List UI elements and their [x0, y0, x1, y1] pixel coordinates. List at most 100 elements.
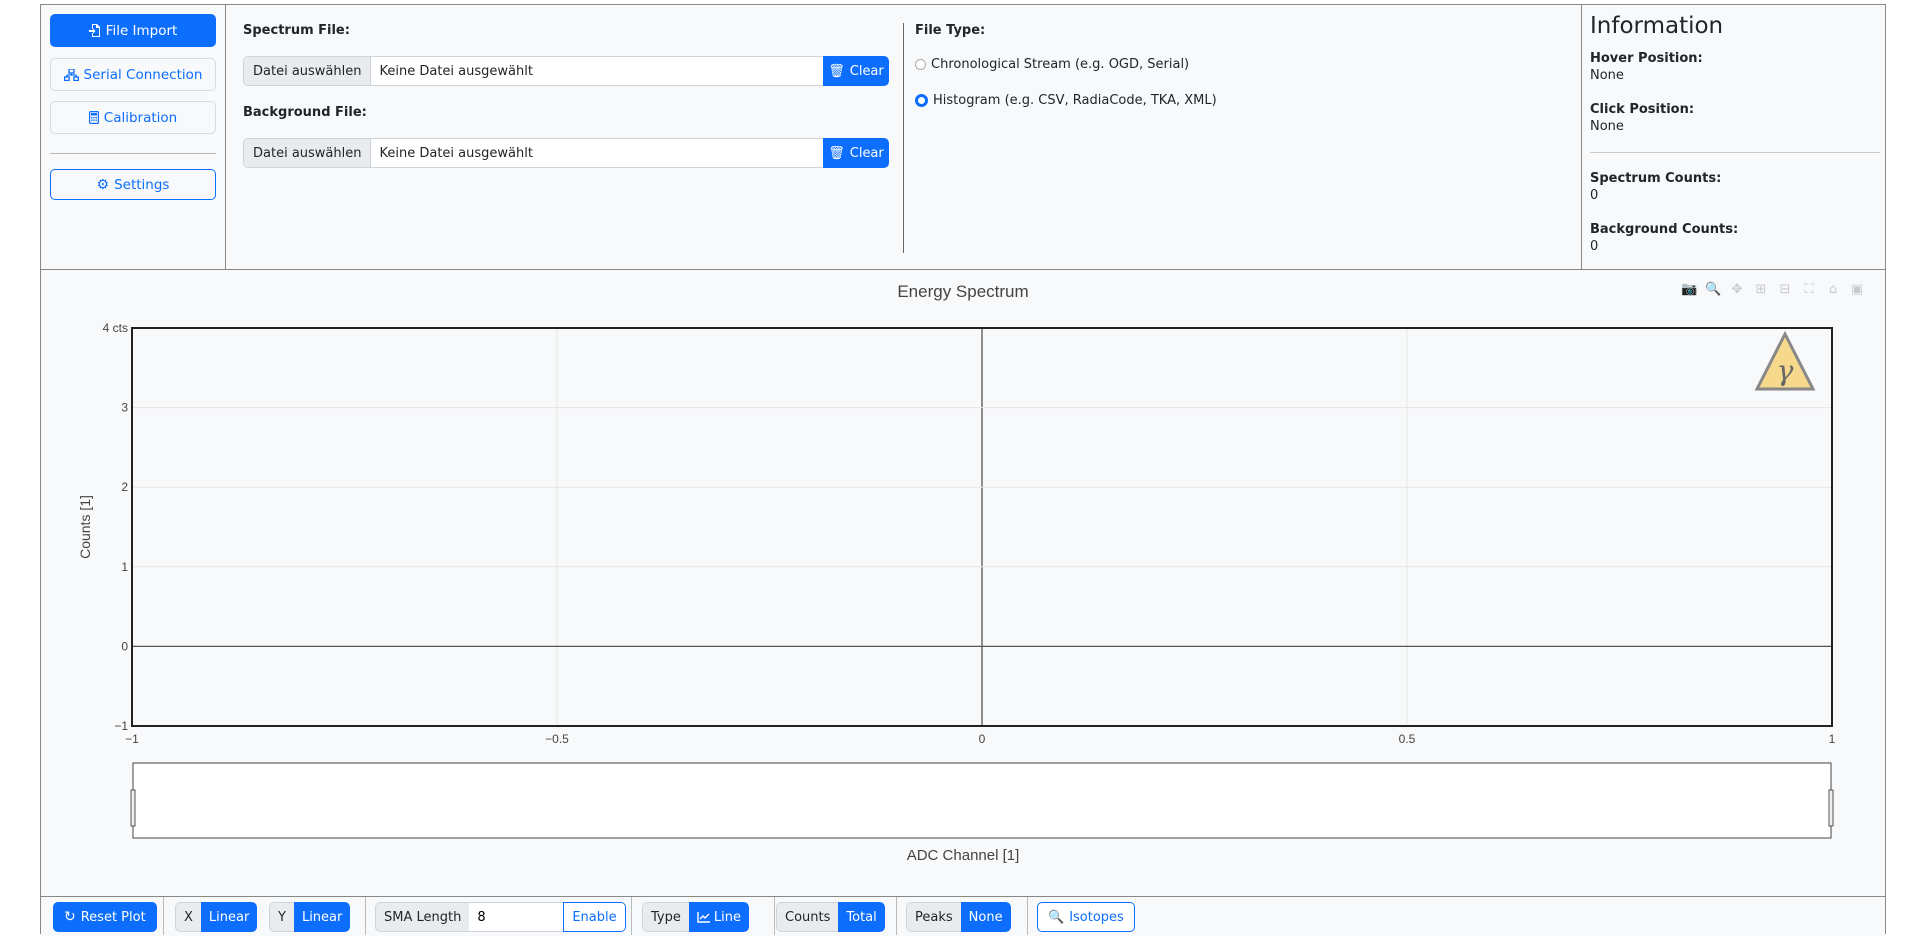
- y-axis-label: Counts [1]: [77, 495, 93, 559]
- x-scale-label: X: [175, 902, 201, 932]
- file-type-divider: [903, 23, 904, 253]
- type-label: Type: [642, 902, 689, 932]
- y-scale-label: Y: [269, 902, 294, 932]
- x-axis-label: ADC Channel [1]: [907, 847, 1020, 864]
- toolbar-divider: [365, 897, 366, 935]
- radio-chronological[interactable]: Chronological Stream (e.g. OGD, Serial): [915, 57, 1189, 72]
- search-icon: 🔍: [1048, 909, 1065, 925]
- background-counts-label: Background Counts:: [1590, 222, 1739, 237]
- radio-histogram-circle[interactable]: [915, 94, 928, 107]
- nav-divider: [50, 153, 216, 154]
- background-file-input[interactable]: Datei auswählen Keine Datei ausgewählt: [243, 138, 833, 168]
- settings-label: Settings: [114, 176, 170, 193]
- x-tick-label: −0.5: [545, 732, 569, 746]
- range-slider-left-handle[interactable]: [130, 789, 136, 827]
- counts-button[interactable]: Total: [838, 902, 885, 932]
- y-tick-label: 2: [121, 480, 128, 494]
- chart-title: Energy Spectrum: [897, 282, 1028, 301]
- serial-connection-label: Serial Connection: [83, 66, 203, 83]
- y-tick-label: −1: [114, 719, 128, 733]
- y-tick-label: 4 cts: [103, 321, 128, 335]
- sma-length-input[interactable]: [469, 902, 564, 932]
- peaks-group: Peaks None: [906, 902, 1011, 932]
- spectrum-file-label: Spectrum File:: [243, 23, 350, 38]
- background-no-file-text: Keine Datei ausgewählt: [379, 145, 533, 161]
- isotopes-label: Isotopes: [1069, 909, 1124, 925]
- peaks-button[interactable]: None: [960, 902, 1011, 932]
- y-tick-label: 1: [121, 560, 128, 574]
- file-import-icon: [88, 24, 100, 37]
- isotopes-button[interactable]: 🔍 Isotopes: [1037, 902, 1135, 932]
- radio-histogram[interactable]: Histogram (e.g. CSV, RadiaCode, TKA, XML…: [915, 93, 1217, 108]
- bottom-toolbar: ↻ Reset Plot X Linear Y Linear SMA Lengt…: [41, 896, 1885, 936]
- range-slider-right-handle[interactable]: [1828, 789, 1834, 827]
- toolbar-divider: [1027, 897, 1028, 935]
- background-file-label: Background File:: [243, 105, 367, 120]
- file-import-label: File Import: [105, 22, 178, 39]
- reset-plot-button[interactable]: ↻ Reset Plot: [53, 902, 157, 932]
- type-value: Line: [713, 909, 741, 925]
- counts-group: Counts Total: [776, 902, 885, 932]
- y-tick-label: 0: [121, 639, 128, 653]
- serial-connection-button[interactable]: Serial Connection: [50, 58, 216, 91]
- background-clear-label: Clear: [849, 145, 884, 161]
- calculator-icon: [88, 111, 99, 124]
- toolbar-divider: [774, 897, 775, 935]
- toolbar-divider: [631, 897, 632, 935]
- gear-icon: ⚙: [96, 176, 110, 193]
- type-group: Type Line: [642, 902, 749, 932]
- click-position-label: Click Position:: [1590, 102, 1695, 117]
- toolbar-divider: [896, 897, 897, 935]
- sma-group: SMA Length Enable: [375, 902, 626, 932]
- settings-button[interactable]: ⚙ Settings: [50, 169, 216, 200]
- background-counts-value: 0: [1590, 239, 1599, 254]
- refresh-icon: ↻: [64, 909, 76, 925]
- sma-enable-button[interactable]: Enable: [563, 902, 626, 932]
- peaks-label: Peaks: [906, 902, 961, 932]
- x-tick-label: 0.5: [1399, 732, 1416, 746]
- background-choose-button[interactable]: Datei auswählen: [244, 139, 372, 167]
- range-slider[interactable]: [132, 762, 1832, 839]
- y-tick-label: 3: [121, 401, 128, 415]
- file-import-button[interactable]: File Import: [50, 14, 216, 47]
- line-chart-icon: [697, 911, 710, 923]
- y-scale-button[interactable]: Linear: [293, 902, 351, 932]
- x-tick-label: 0: [979, 732, 986, 746]
- file-type-label: File Type:: [915, 23, 986, 38]
- information-title: Information: [1590, 13, 1724, 39]
- app-frame: File Import Serial Connection Calibratio…: [40, 4, 1886, 936]
- hover-position-value: None: [1590, 68, 1624, 83]
- left-nav: File Import Serial Connection Calibratio…: [41, 5, 226, 269]
- spectrum-counts-label: Spectrum Counts:: [1590, 171, 1722, 186]
- calibration-button[interactable]: Calibration: [50, 101, 216, 134]
- y-scale-group: Y Linear: [269, 902, 351, 932]
- spectrum-clear-button[interactable]: 🗑 Clear: [823, 56, 889, 86]
- counts-label: Counts: [776, 902, 839, 932]
- hover-position-label: Hover Position:: [1590, 51, 1703, 66]
- x-scale-button[interactable]: Linear: [200, 902, 258, 932]
- trash-icon: 🗑: [828, 145, 845, 161]
- type-button[interactable]: Line: [688, 902, 749, 932]
- radio-histogram-label: Histogram (e.g. CSV, RadiaCode, TKA, XML…: [933, 93, 1217, 108]
- plot-area[interactable]: 📷 🔍 ✥ ⊞ ⊟ ⛶ ⌂ ▣ Energy Spectrum −1 −0.5 0 0…: [41, 270, 1885, 896]
- network-icon: [63, 68, 79, 81]
- info-divider: [1590, 152, 1880, 153]
- spectrum-counts-value: 0: [1590, 188, 1599, 203]
- gamma-symbol: γ: [1777, 354, 1794, 387]
- background-clear-button[interactable]: 🗑 Clear: [823, 138, 889, 168]
- energy-spectrum-chart[interactable]: Energy Spectrum −1 −0.5 0 0.5 1 −1 0 1 2 3 4 cts C…: [41, 270, 1885, 896]
- spectrum-clear-label: Clear: [849, 63, 884, 79]
- radio-chronological-label: Chronological Stream (e.g. OGD, Serial): [931, 57, 1190, 72]
- information-panel: Information Hover Position: None Click P…: [1581, 5, 1887, 269]
- spectrum-file-input[interactable]: Datei auswählen Keine Datei ausgewählt: [243, 56, 833, 86]
- spectrum-choose-button[interactable]: Datei auswählen: [244, 57, 372, 85]
- top-panel: File Import Serial Connection Calibratio…: [41, 5, 1885, 270]
- spectrum-no-file-text: Keine Datei ausgewählt: [379, 63, 533, 79]
- toolbar-divider: [163, 897, 164, 935]
- x-scale-group: X Linear: [175, 902, 258, 932]
- sma-label: SMA Length: [375, 902, 470, 932]
- radio-chronological-circle[interactable]: [915, 59, 926, 70]
- x-tick-label: −1: [125, 732, 139, 746]
- reset-plot-label: Reset Plot: [80, 909, 146, 925]
- x-tick-label: 1: [1829, 732, 1836, 746]
